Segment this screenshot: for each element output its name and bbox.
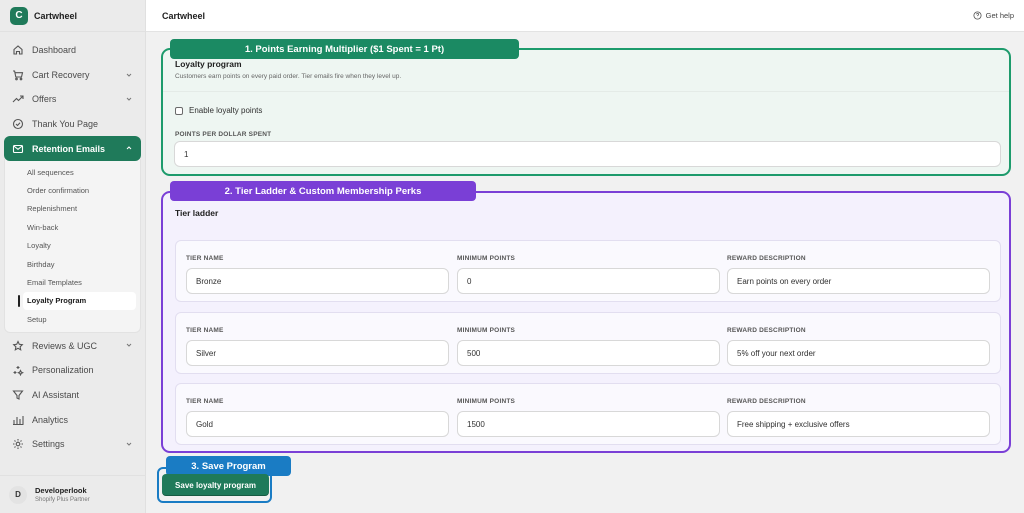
min-points-input[interactable]: 0 [457, 268, 720, 294]
callout-tag-3: 3. Save Program [166, 456, 291, 476]
nav-label: AI Assistant [32, 389, 80, 400]
points-per-dollar-label: POINTS PER DOLLAR SPENT [175, 131, 272, 138]
mail-icon [12, 143, 24, 155]
enable-loyalty-checkbox-row[interactable]: Enable loyalty points [175, 106, 262, 115]
sub-loyalty[interactable]: Loyalty [5, 237, 136, 255]
min-points-label: MINIMUM POINTS [457, 327, 516, 334]
nav-reviews-ugc[interactable]: Reviews & UGC [4, 333, 141, 358]
nav-ai-assistant[interactable]: AI Assistant [4, 383, 141, 408]
tier-name-input[interactable]: Gold [186, 411, 449, 437]
reward-description-label: REWARD DESCRIPTION [727, 255, 806, 262]
chevron-up-icon [126, 146, 132, 150]
gear-icon [12, 438, 24, 450]
sub-loyalty-program[interactable]: Loyalty Program [18, 291, 136, 311]
top-bar: Cartwheel Get help [146, 0, 1024, 32]
min-points-label: MINIMUM POINTS [457, 255, 516, 262]
save-loyalty-program-button[interactable]: Save loyalty program [162, 474, 269, 496]
enable-loyalty-label: Enable loyalty points [189, 106, 263, 115]
tier-name-label: TIER NAME [186, 398, 224, 405]
nav-label: Retention Emails [32, 143, 106, 154]
card-subtitle: Customers earn points on every paid orde… [175, 73, 402, 80]
sub-birthday[interactable]: Birthday [5, 255, 136, 273]
callout-tag-1: 1. Points Earning Multiplier ($1 Spent =… [170, 39, 519, 59]
tier-row: TIER NAME Silver MINIMUM POINTS 500 REWA… [175, 312, 1001, 374]
reward-description-label: REWARD DESCRIPTION [727, 327, 806, 334]
user-role: Shopify Plus Partner [35, 497, 90, 503]
avatar: D [9, 485, 27, 504]
nav-label: Dashboard [32, 45, 77, 56]
min-points-input[interactable]: 1500 [457, 411, 720, 437]
sidebar: C Cartwheel Dashboard Cart Recovery Offe… [0, 0, 146, 513]
help-icon [973, 11, 982, 20]
sub-order-confirmation[interactable]: Order confirmation [5, 181, 136, 199]
retention-subnav: All sequences Order confirmation Repleni… [4, 158, 141, 334]
min-points-label: MINIMUM POINTS [457, 398, 516, 405]
get-help-link[interactable]: Get help [973, 11, 1014, 20]
tier-name-label: TIER NAME [186, 255, 224, 262]
points-per-dollar-input[interactable]: 1 [174, 141, 1001, 167]
nav-label: Reviews & UGC [32, 340, 98, 351]
home-icon [12, 44, 24, 56]
tier-name-label: TIER NAME [186, 327, 224, 334]
nav-label: Thank You Page [32, 119, 99, 130]
nav-analytics[interactable]: Analytics [4, 407, 141, 432]
nav: Dashboard Cart Recovery Offers Thank You… [0, 32, 145, 462]
app-name: Cartwheel [34, 10, 78, 21]
tier-row: TIER NAME Bronze MINIMUM POINTS 0 REWARD… [175, 240, 1001, 302]
card-title: Loyalty program [175, 59, 242, 69]
reward-description-input[interactable]: Free shipping + exclusive offers [727, 411, 990, 437]
funnel-icon [12, 389, 24, 401]
user-name: Developerlook [35, 486, 87, 495]
nav-label: Offers [32, 94, 57, 105]
cart-icon [12, 69, 24, 81]
nav-label: Personalization [32, 365, 94, 376]
sparkle-icon [12, 364, 24, 377]
nav-thank-you-page[interactable]: Thank You Page [4, 112, 141, 137]
tier-name-input[interactable]: Silver [186, 340, 449, 366]
nav-cart-recovery[interactable]: Cart Recovery [4, 63, 141, 88]
sub-all-sequences[interactable]: All sequences [5, 163, 136, 181]
page-title: Cartwheel [162, 10, 206, 21]
help-label: Get help [985, 11, 1014, 20]
tier-ladder-card: Tier ladder TIER NAME Bronze MINIMUM POI… [163, 192, 1009, 452]
bar-chart-icon [12, 414, 24, 426]
chevron-down-icon [126, 344, 132, 348]
tier-name-input[interactable]: Bronze [186, 268, 449, 294]
callout-tag-2: 2. Tier Ladder & Custom Membership Perks [170, 181, 476, 201]
sub-email-templates[interactable]: Email Templates [5, 273, 136, 291]
enable-loyalty-checkbox[interactable] [175, 106, 183, 115]
reward-description-input[interactable]: 5% off your next order [727, 340, 990, 366]
nav-dashboard[interactable]: Dashboard [4, 38, 141, 63]
reward-description-label: REWARD DESCRIPTION [727, 398, 806, 405]
sub-win-back[interactable]: Win-back [5, 218, 136, 236]
divider [163, 91, 1009, 92]
chevron-down-icon [126, 73, 132, 77]
trend-icon [12, 93, 24, 105]
app-logo: C [10, 6, 28, 25]
nav-label: Settings [32, 439, 65, 450]
min-points-input[interactable]: 500 [457, 340, 720, 366]
user-profile[interactable]: D Developerlook Shopify Plus Partner [0, 475, 146, 513]
chevron-down-icon [126, 97, 132, 101]
star-icon [12, 339, 24, 352]
nav-personalization[interactable]: Personalization [4, 358, 141, 383]
nav-settings[interactable]: Settings [4, 432, 141, 457]
tier-row: TIER NAME Gold MINIMUM POINTS 1500 REWAR… [175, 383, 1001, 445]
nav-offers[interactable]: Offers [4, 87, 141, 112]
brand: C Cartwheel [0, 0, 145, 32]
reward-description-input[interactable]: Earn points on every order [727, 268, 990, 294]
sub-replenishment[interactable]: Replenishment [5, 200, 136, 218]
nav-label: Analytics [32, 414, 69, 425]
check-circle-icon [12, 118, 24, 130]
nav-label: Cart Recovery [32, 69, 90, 80]
loyalty-program-card: Loyalty program Customers earn points on… [163, 48, 1009, 174]
sub-setup[interactable]: Setup [5, 310, 136, 328]
chevron-down-icon [126, 442, 132, 446]
nav-retention-emails[interactable]: Retention Emails [4, 136, 141, 161]
card-title: Tier ladder [175, 208, 219, 218]
